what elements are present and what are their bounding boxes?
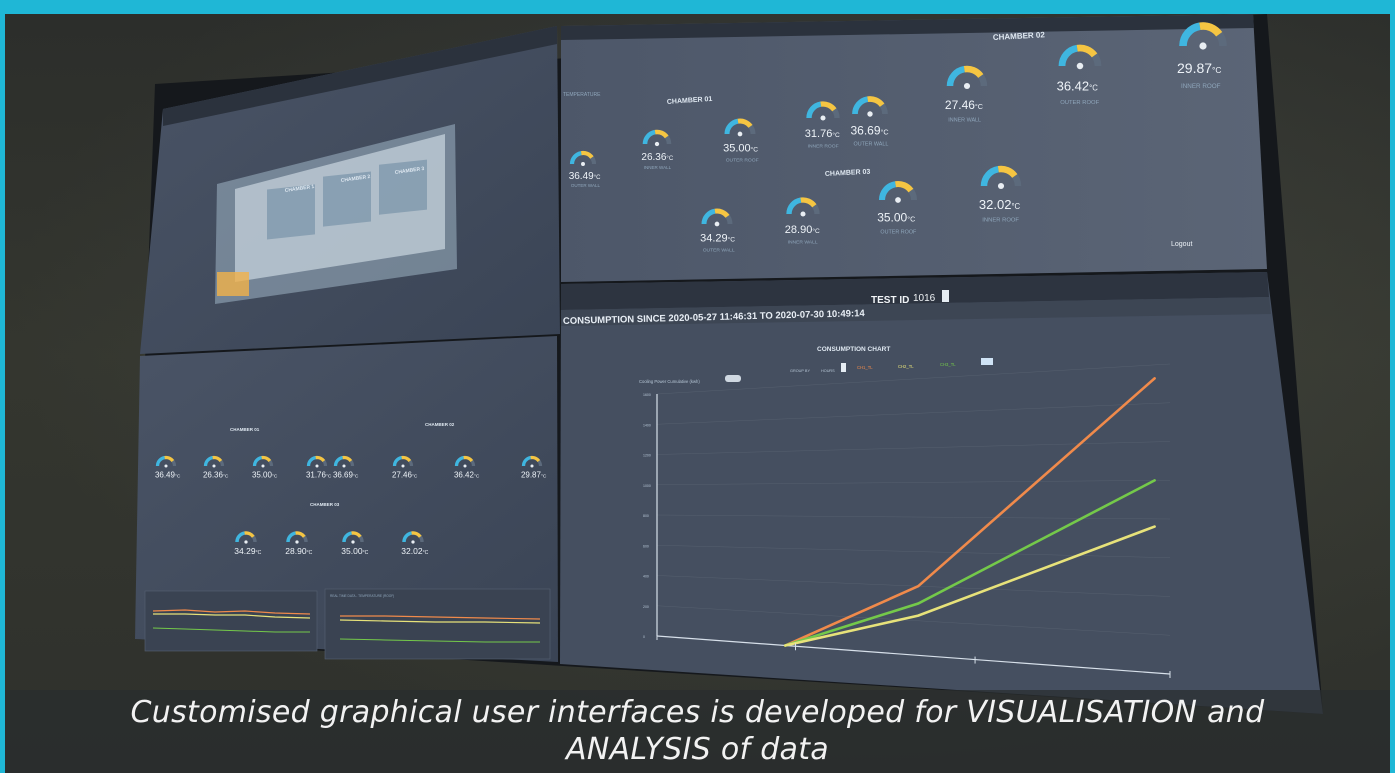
consumption-chart: CONSUMPTION SINCE 2020-05-27 11:46:31 TO… [563, 290, 1171, 678]
grid-line-1 [656, 605, 1171, 636]
y-tick-7: 1400 [643, 423, 651, 427]
series-line-CH1_TL [783, 377, 1156, 647]
test-id-input[interactable] [942, 290, 949, 302]
legend-ch1: CH1_TL [857, 365, 873, 370]
group-by-value: HOURS [821, 369, 835, 373]
legend-ch2: CH2_TL [898, 364, 914, 369]
test-id-value: 1016 [913, 293, 936, 304]
group-by-select[interactable] [841, 363, 846, 372]
cooling-toggle[interactable] [725, 375, 741, 382]
x-axis [656, 635, 1171, 675]
y-tick-2: 400 [643, 575, 649, 579]
grid-line-7 [656, 402, 1171, 425]
y-tick-3: 600 [643, 544, 649, 548]
y-tick-5: 1000 [643, 484, 651, 488]
y-tick-0: 0 [643, 635, 645, 639]
grid-line-2 [656, 575, 1171, 597]
test-id-label: TEST ID [871, 295, 909, 306]
photo-frame: CHAMBER 1 CHAMBER 2 CHAMBER 3 TEMPERATUR… [5, 14, 1390, 773]
caption-line-2: ANALYSIS of data [566, 732, 829, 767]
y-tick-4: 800 [643, 514, 649, 518]
grid-line-6 [656, 441, 1171, 455]
legend-ch3: CH3_TL [940, 362, 956, 367]
cooling-power-label: Cooling Power Cumulative (kwh) [639, 379, 700, 384]
chart-title: CONSUMPTION CHART [817, 346, 890, 353]
grid-line-5 [656, 480, 1171, 485]
y-tick-8: 1600 [643, 393, 651, 397]
legend-toggle[interactable] [981, 358, 993, 365]
y-tick-6: 1200 [643, 454, 651, 458]
caption: Customised graphical user interfaces is … [5, 694, 1390, 768]
y-tick-1: 200 [643, 605, 649, 609]
grid-line-3 [656, 545, 1171, 558]
grid-line-4 [656, 514, 1171, 520]
caption-line-1: Customised graphical user interfaces is … [130, 695, 1265, 730]
group-by-label: GROUP BY [790, 369, 810, 373]
consumption-header: CONSUMPTION SINCE 2020-05-27 11:46:31 TO… [563, 308, 866, 327]
